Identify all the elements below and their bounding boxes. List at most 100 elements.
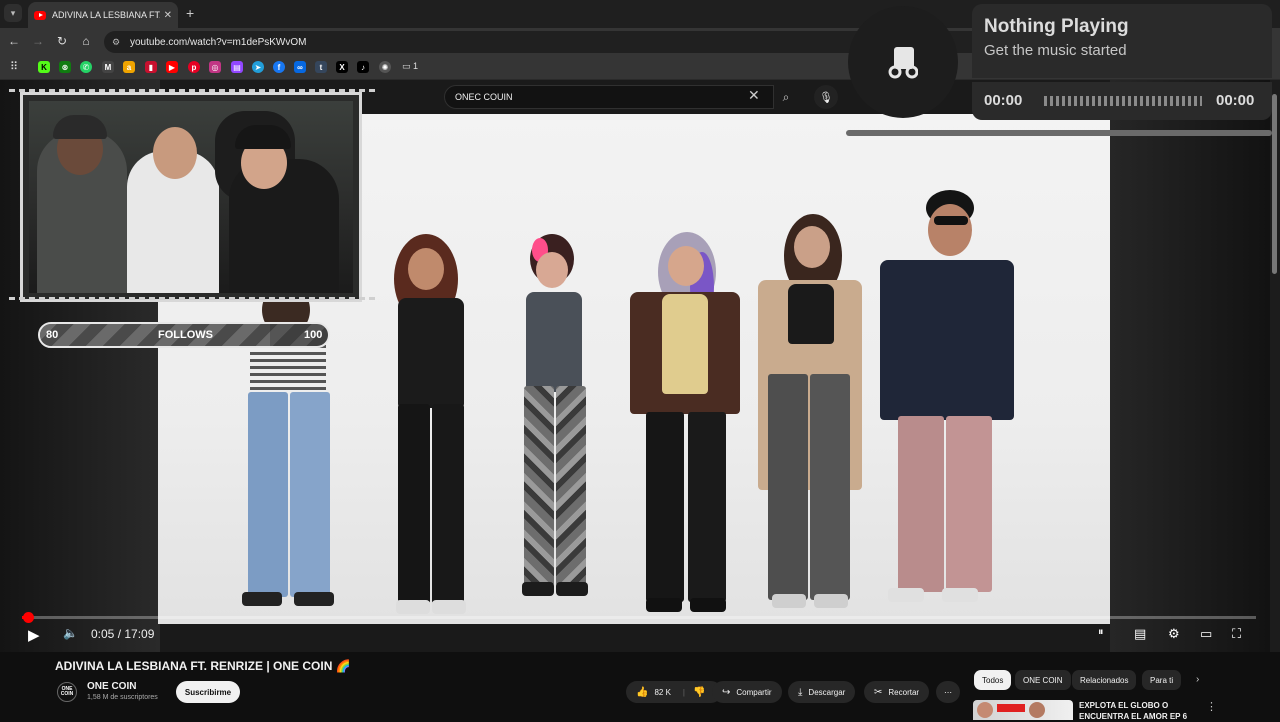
- person-figure: [628, 232, 748, 612]
- address-bar-url: youtube.com/watch?v=m1dePsKWvOM: [130, 36, 307, 48]
- xbox-icon[interactable]: ⊗: [59, 61, 71, 73]
- clip-label: Recortar: [888, 687, 920, 697]
- now-playing-card: Nothing Playing Get the music started: [972, 4, 1272, 78]
- microphone-icon[interactable]: 🎙: [814, 85, 838, 109]
- volume-icon[interactable]: 🔈: [63, 626, 78, 640]
- page-scrollbar[interactable]: [1270, 80, 1280, 652]
- meta-icon[interactable]: ∞: [294, 61, 306, 73]
- dislike-icon[interactable]: 👎: [693, 687, 705, 698]
- music-waveform: [1044, 96, 1202, 106]
- duration: 17:09: [124, 627, 155, 641]
- video-progress-bar[interactable]: [22, 612, 1256, 623]
- music-elapsed: 00:00: [984, 92, 1023, 109]
- bookmark-folder-label: 1: [413, 61, 419, 71]
- time-separator: /: [114, 627, 125, 641]
- whatsapp-icon[interactable]: ✆: [80, 61, 92, 73]
- chevron-right-icon[interactable]: ›: [1196, 674, 1199, 685]
- kick-icon[interactable]: K: [38, 61, 50, 73]
- scrollbar-thumb[interactable]: [1272, 94, 1277, 274]
- follows-goal-bar: 80 FOLLOWS 100: [38, 322, 330, 348]
- subscriber-count: 1,58 M de suscriptores: [87, 694, 158, 701]
- current-time: 0:05: [91, 627, 115, 641]
- clip-button[interactable]: ✂ Recortar: [864, 681, 930, 703]
- person-figure: [232, 284, 352, 606]
- video-title: ADIVINA LA LESBIANA FT. RENRIZE | ONE CO…: [55, 659, 351, 673]
- amazon-icon[interactable]: a: [123, 61, 135, 73]
- close-tab-icon[interactable]: ✕: [164, 10, 172, 21]
- chip-one-coin[interactable]: ONE COIN: [1015, 670, 1071, 690]
- now-playing-timeline: 00:00 00:00: [972, 82, 1272, 120]
- back-arrow-icon[interactable]: ←: [6, 34, 22, 48]
- follows-label: FOLLOWS: [158, 329, 213, 341]
- subtitles-icon[interactable]: ▤: [1134, 626, 1146, 642]
- scissors-icon: ✂: [874, 686, 883, 698]
- theater-mode-icon[interactable]: ▭: [1200, 626, 1212, 642]
- webcam-feed: [29, 101, 353, 293]
- new-tab-icon[interactable]: +: [186, 5, 194, 21]
- twitch-icon[interactable]: ▤: [231, 61, 243, 73]
- channel-name[interactable]: ONE COIN: [87, 681, 136, 692]
- person-figure: [380, 234, 480, 614]
- related-more-icon[interactable]: ⋮: [1206, 700, 1217, 713]
- youtube-search-query: ONEC COUIN: [455, 92, 513, 102]
- settings-hd-icon[interactable]: ⚙: [1168, 626, 1180, 642]
- person-figure: [500, 234, 600, 604]
- reload-icon[interactable]: ↻: [54, 34, 70, 48]
- chatgpt-icon[interactable]: ✺: [379, 61, 391, 73]
- chip-relacionados[interactable]: Relacionados: [1072, 670, 1137, 690]
- bookmark-folder[interactable]: ▭ 1: [402, 61, 418, 72]
- apps-grid-icon[interactable]: ⠿: [6, 60, 22, 73]
- youtube-search-input[interactable]: ONEC COUIN: [444, 85, 774, 109]
- tiktok-icon[interactable]: ♪: [357, 61, 369, 73]
- follows-goal-fill: [40, 324, 271, 346]
- like-icon[interactable]: 👍: [636, 687, 648, 698]
- clear-search-icon[interactable]: ✕: [748, 87, 760, 104]
- tab-title: ADIVINA LA LESBIANA FT. RENRIZE | ONE CO…: [52, 10, 160, 20]
- browser-tab-active[interactable]: ADIVINA LA LESBIANA FT. RENRIZE | ONE CO…: [28, 2, 178, 28]
- more-actions-button[interactable]: ⋯: [936, 681, 960, 703]
- barbed-wire-border: [9, 89, 379, 92]
- chip-para-ti[interactable]: Para ti: [1142, 670, 1182, 690]
- music-note-icon: [888, 47, 918, 79]
- pinterest-icon[interactable]: p: [188, 61, 200, 73]
- share-icon: ↪: [722, 686, 731, 698]
- youtube-icon[interactable]: ▶: [166, 61, 178, 73]
- youtube-favicon-icon: [34, 10, 46, 20]
- music-player-disc: [848, 6, 958, 118]
- search-icon[interactable]: ⌕: [774, 85, 798, 109]
- like-count[interactable]: 82 K: [654, 688, 670, 697]
- tumblr-icon[interactable]: t: [315, 61, 327, 73]
- subscribe-button[interactable]: Suscribirme: [176, 681, 240, 703]
- person-figure: [880, 190, 1020, 615]
- share-label: Compartir: [736, 687, 772, 697]
- video-side-blur-right: [1110, 80, 1270, 652]
- webcam-overlay: [9, 89, 379, 302]
- download-label: Descargar: [808, 687, 846, 697]
- forward-arrow-icon[interactable]: →: [30, 34, 46, 48]
- related-video-title[interactable]: EXPLOTA EL GLOBO O ENCUENTRA EL AMOR EP …: [1079, 700, 1194, 722]
- play-icon[interactable]: ▶: [28, 626, 40, 644]
- channel-avatar[interactable]: ONE COIN: [57, 682, 77, 702]
- now-playing-title: Nothing Playing: [984, 16, 1129, 37]
- follows-current: 80: [46, 329, 59, 341]
- autoplay-toggle-icon[interactable]: ⏸: [1098, 626, 1104, 639]
- video-player[interactable]: ONEC COUIN ✕ ⌕ 🎙 80 FOLLOWS 100 ▶ 🔈 0:05: [0, 80, 1270, 652]
- home-icon[interactable]: ⌂: [78, 34, 94, 48]
- telegram-icon[interactable]: ➤: [252, 61, 264, 73]
- pinterest-red-icon[interactable]: ▮: [145, 61, 157, 73]
- tab-search-dropdown-icon[interactable]: ▾: [4, 4, 22, 22]
- site-settings-icon[interactable]: ⚙: [112, 37, 124, 48]
- download-icon: ⤓: [798, 686, 803, 698]
- related-video-thumbnail[interactable]: [973, 700, 1073, 720]
- gmail-icon[interactable]: M: [102, 61, 114, 73]
- instagram-icon[interactable]: ◎: [209, 61, 221, 73]
- download-button[interactable]: ⤓ Descargar: [788, 681, 856, 703]
- fullscreen-icon[interactable]: ⛶: [1232, 626, 1241, 642]
- like-divider: |: [682, 687, 685, 697]
- share-button[interactable]: ↪ Compartir: [712, 681, 782, 703]
- like-dislike-group: 👍 82 K | 👎: [626, 681, 722, 703]
- follows-goal: 100: [304, 329, 323, 341]
- chip-todos[interactable]: Todos: [974, 670, 1012, 690]
- x-icon[interactable]: X: [336, 61, 348, 73]
- facebook-icon[interactable]: f: [273, 61, 285, 73]
